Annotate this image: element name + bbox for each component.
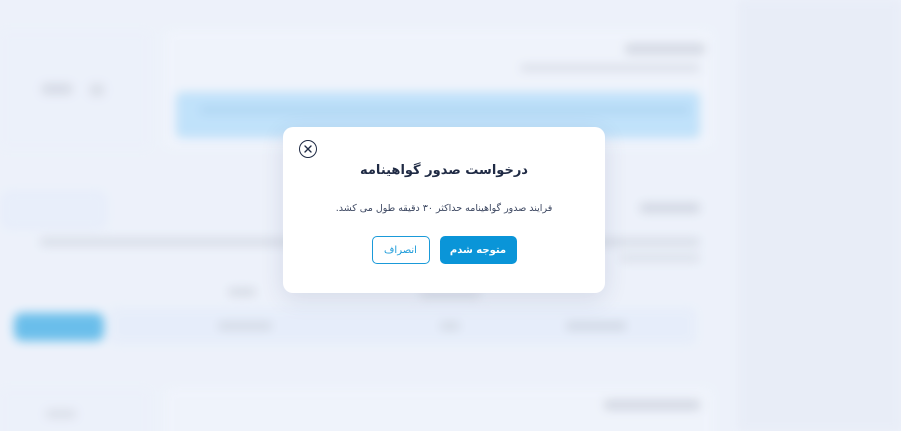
close-icon — [304, 145, 312, 153]
dialog-message: فرایند صدور گواهینامه حداکثر ۳۰ دقیقه طو… — [335, 203, 553, 214]
close-button[interactable] — [299, 140, 317, 158]
dialog-actions: انصراف متوجه شدم — [283, 236, 605, 264]
cancel-button[interactable]: انصراف — [371, 236, 430, 264]
certificate-request-dialog: درخواست صدور گواهینامه فرایند صدور گواهی… — [283, 127, 605, 293]
dialog-title: درخواست صدور گواهینامه — [360, 163, 528, 178]
confirm-button[interactable]: متوجه شدم — [439, 236, 517, 264]
page: درخواست صدور گواهینامه فرایند صدور گواهی… — [0, 0, 901, 431]
